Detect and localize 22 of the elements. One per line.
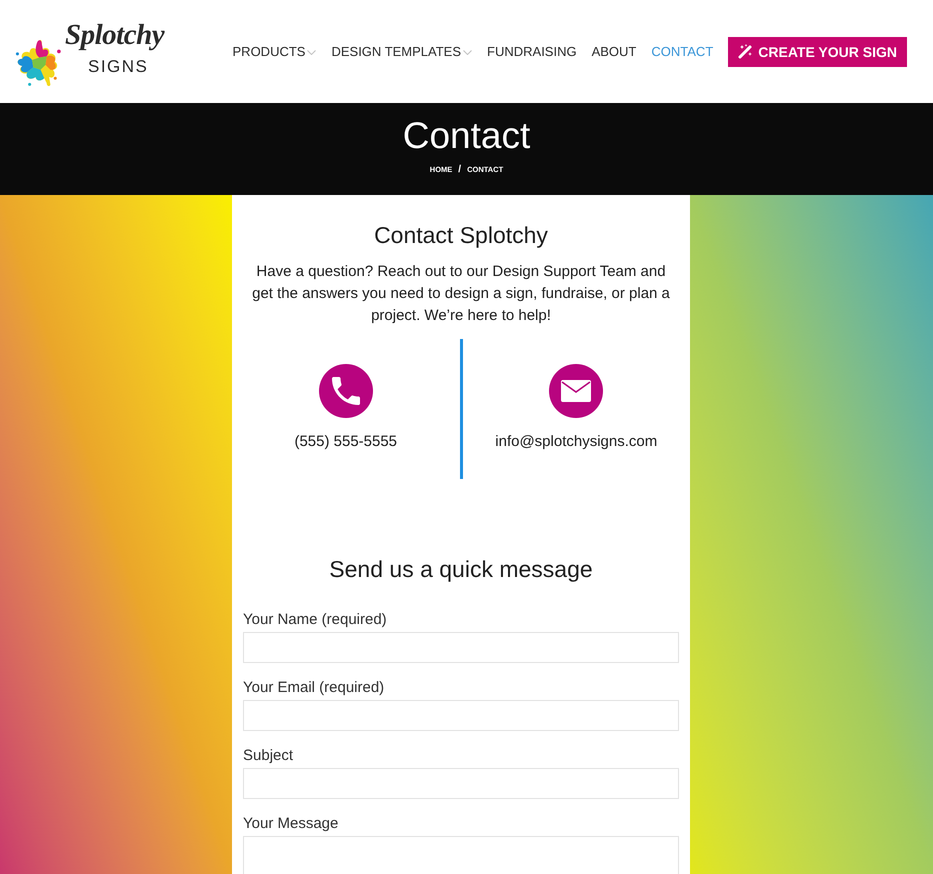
logo-wordmark: Splotchy [65,18,164,50]
phone-number[interactable]: (555) 555-5555 [294,432,398,452]
nav-link[interactable]: FUNDRAISING [487,42,577,62]
input-field[interactable] [243,700,679,731]
nav-link[interactable]: DESIGN TEMPLATES [331,42,472,62]
field-label: Your Name (required) [243,610,388,630]
section-heading: Contact Splotchy [373,221,549,250]
intro-paragraph: Have a question? Reach out to our Design Support Team and get the answers you need to design a sign, fundraise, or plan a project. We’re here to help! [251,262,671,326]
form-heading: Send us a quick message [328,555,594,584]
magic-wand-icon [738,44,754,59]
field-label: Subject [243,746,294,766]
breadcrumb-separator: / [458,164,462,176]
create-your-sign-button[interactable]: CREATE YOUR SIGN [728,36,907,66]
field-label: Your Message [243,814,340,834]
page-title: Contact [402,115,530,157]
nav-link[interactable]: PRODUCTS [232,42,316,62]
input-field[interactable] [243,632,679,663]
field-label: Your Email (required) [243,678,386,698]
logo-subtitle: SIGNS [88,56,148,76]
nav-link[interactable]: ABOUT [592,42,636,62]
email-link[interactable]: info@splotchysigns.com [495,432,658,452]
input-field[interactable] [243,768,679,799]
